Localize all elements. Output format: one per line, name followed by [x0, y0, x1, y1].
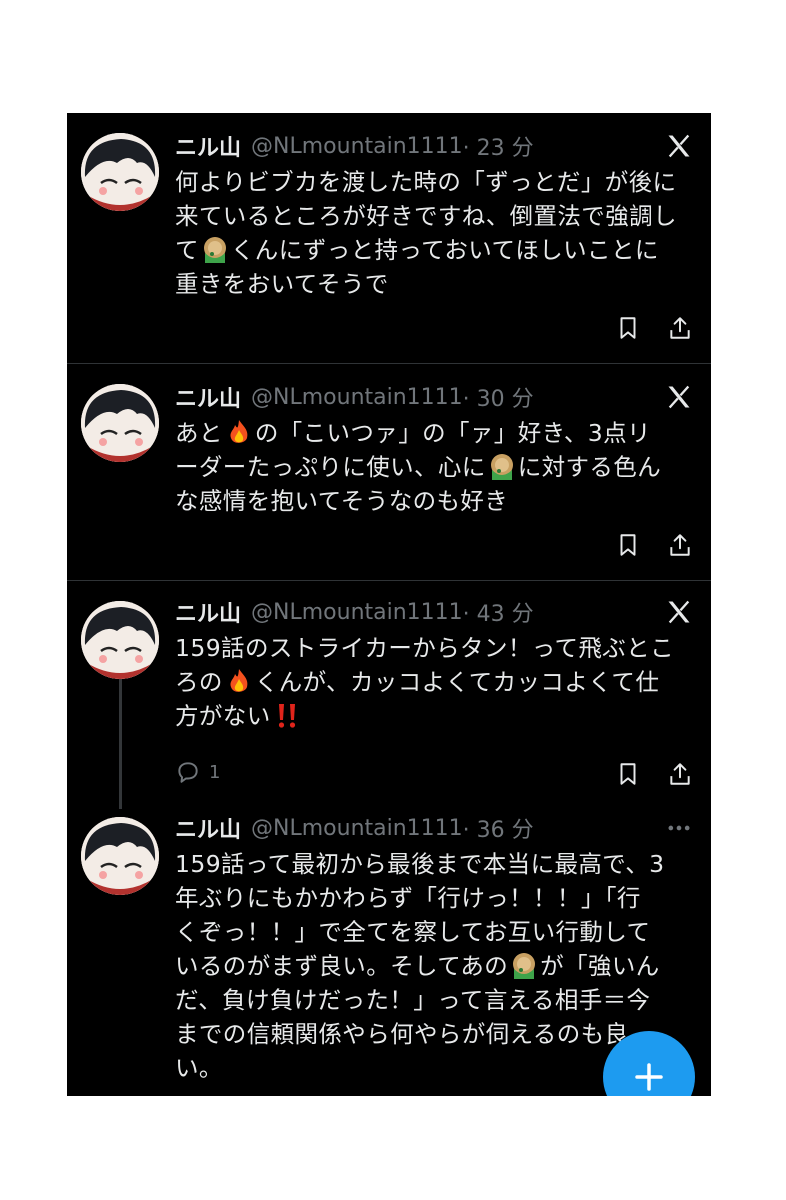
share-icon[interactable]: [667, 315, 693, 341]
text-segment: て: [175, 236, 199, 264]
timestamp[interactable]: · 43 分: [463, 596, 534, 628]
green-character-emoji-icon: [488, 452, 516, 480]
text-line: 159話のストライカーからタン！って飛ぶとこ: [175, 634, 674, 662]
more-icon[interactable]: [665, 814, 693, 842]
bookmark-icon[interactable]: [615, 761, 641, 787]
tweet-3[interactable]: ニル山 @NLmountain1111 · 43 分 159話のストライカーから…: [67, 581, 711, 797]
text-line: あと の「こいつァ」の「ァ」好き、3点リ: [175, 416, 695, 450]
tweet-actions: [615, 532, 693, 558]
text-line: だ、負け負けだった！」って言える相手＝今: [175, 986, 651, 1014]
text-segment: ろの: [175, 668, 223, 696]
timestamp[interactable]: · 23 分: [463, 130, 534, 162]
tweet-text: 何よりビブカを渡した時の「ずっとだ」が後に 来ているところが好きですね、倒置法で…: [175, 165, 695, 301]
text-line: 来ているところが好きですね、倒置法で強調し: [175, 202, 677, 230]
fire-emoji-icon: [225, 667, 253, 695]
tweet-header: ニル山 @NLmountain1111 · 36 分: [175, 812, 534, 844]
timestamp[interactable]: · 30 分: [463, 381, 534, 413]
double-exclamation-icon: [273, 701, 301, 729]
text-segment: に対する色ん: [517, 453, 662, 481]
text-segment: が「強いん: [540, 952, 660, 980]
text-line: 方がない: [175, 699, 695, 733]
x-logo-icon: [668, 600, 690, 624]
display-name[interactable]: ニル山: [175, 812, 241, 844]
display-name[interactable]: ニル山: [175, 596, 241, 628]
x-logo-icon: [668, 385, 690, 409]
share-icon[interactable]: [667, 532, 693, 558]
display-name[interactable]: ニル山: [175, 130, 241, 162]
text-line: な感情を抱いてそうなのも好き: [175, 487, 509, 515]
text-segment: あと: [175, 419, 223, 447]
x-logo-icon: [668, 134, 690, 158]
text-line: 何よりビブカを渡した時の「ずっとだ」が後に: [175, 168, 677, 196]
reply-count: 1: [209, 761, 221, 783]
text-segment: くんが、カッコよくてカッコよくて仕: [254, 668, 660, 696]
bookmark-icon[interactable]: [615, 532, 641, 558]
avatar[interactable]: [81, 601, 159, 679]
tweet-text: 159話のストライカーからタン！って飛ぶとこ ろの くんが、カッコよくてカッコよく…: [175, 631, 695, 733]
reply-button[interactable]: 1: [175, 759, 220, 785]
user-handle[interactable]: @NLmountain1111: [251, 134, 463, 159]
avatar[interactable]: [81, 384, 159, 462]
tweet-header: ニル山 @NLmountain1111 · 30 分: [175, 381, 534, 413]
avatar[interactable]: [81, 133, 159, 211]
green-character-emoji-icon: [201, 235, 229, 263]
text-segment: の「こいつァ」の「ァ」好き、3点リ: [254, 419, 651, 447]
text-line: て くんにずっと持っておいてほしいことに: [175, 233, 695, 267]
user-handle[interactable]: @NLmountain1111: [251, 385, 463, 410]
text-segment: くんにずっと持っておいてほしいことに: [230, 236, 659, 264]
tweet-2[interactable]: ニル山 @NLmountain1111 · 30 分 あと の「こいつァ」の「ァ」…: [67, 364, 711, 580]
tweet-actions: [615, 315, 693, 341]
text-segment: いるのがまず良い。そしてあの: [175, 952, 509, 980]
tweet-header: ニル山 @NLmountain1111 · 23 分: [175, 130, 534, 162]
share-icon[interactable]: [667, 761, 693, 787]
fire-emoji-icon: [225, 418, 253, 446]
text-line: 159話って最初から最後まで本当に最高で、3: [175, 850, 665, 878]
text-line: 年ぶりにもかかわらず「行けっ！！！」「行: [175, 884, 641, 912]
text-line: いるのがまず良い。そしてあの が「強いん: [175, 949, 695, 983]
display-name[interactable]: ニル山: [175, 381, 241, 413]
green-character-emoji-icon: [510, 951, 538, 979]
text-line: ーダーたっぷりに使い、心に に対する色ん: [175, 450, 695, 484]
text-line: 重きをおいてそうで: [175, 270, 389, 298]
timeline-screen: ニル山 @NLmountain1111 · 23 分 何よりビブカを渡した時の「…: [67, 113, 711, 1096]
timestamp[interactable]: · 36 分: [463, 812, 534, 844]
bookmark-icon[interactable]: [615, 315, 641, 341]
reply-icon: [178, 762, 198, 783]
tweet-text: あと の「こいつァ」の「ァ」好き、3点リ ーダーたっぷりに使い、心に に対する色ん …: [175, 416, 695, 518]
user-handle[interactable]: @NLmountain1111: [251, 816, 463, 841]
avatar[interactable]: [81, 817, 159, 895]
plus-icon: [635, 1063, 663, 1091]
text-segment: ーダーたっぷりに使い、心に: [175, 453, 486, 481]
tweet-1[interactable]: ニル山 @NLmountain1111 · 23 分 何よりビブカを渡した時の「…: [67, 113, 711, 363]
tweet-actions: [615, 761, 693, 787]
text-segment: 方がない: [175, 702, 271, 730]
text-line: ろの くんが、カッコよくてカッコよくて仕: [175, 665, 695, 699]
tweet-header: ニル山 @NLmountain1111 · 43 分: [175, 596, 534, 628]
user-handle[interactable]: @NLmountain1111: [251, 600, 463, 625]
text-line: くぞっ！！」で全てを察してお互い行動して: [175, 918, 651, 946]
